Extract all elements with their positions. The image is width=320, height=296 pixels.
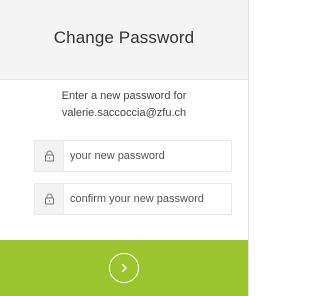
lock-icon [35, 141, 64, 171]
card-footer [0, 240, 248, 296]
page-title: Change Password [53, 28, 195, 47]
intro-text: Enter a new password for valerie.saccocc… [0, 88, 248, 122]
confirm-password-field [34, 183, 232, 215]
intro-line: Enter a new password for [61, 90, 187, 102]
new-password-field [34, 140, 232, 172]
confirm-password-input[interactable] [64, 184, 231, 214]
card-header: Change Password [0, 0, 248, 80]
submit-button[interactable] [109, 253, 139, 283]
change-password-card: Change Password Enter a new password for… [0, 0, 249, 296]
account-email: valerie.saccoccia@zfu.ch [61, 107, 187, 119]
lock-icon [35, 184, 64, 214]
new-password-input[interactable] [64, 141, 231, 171]
chevron-right-icon [121, 263, 127, 273]
